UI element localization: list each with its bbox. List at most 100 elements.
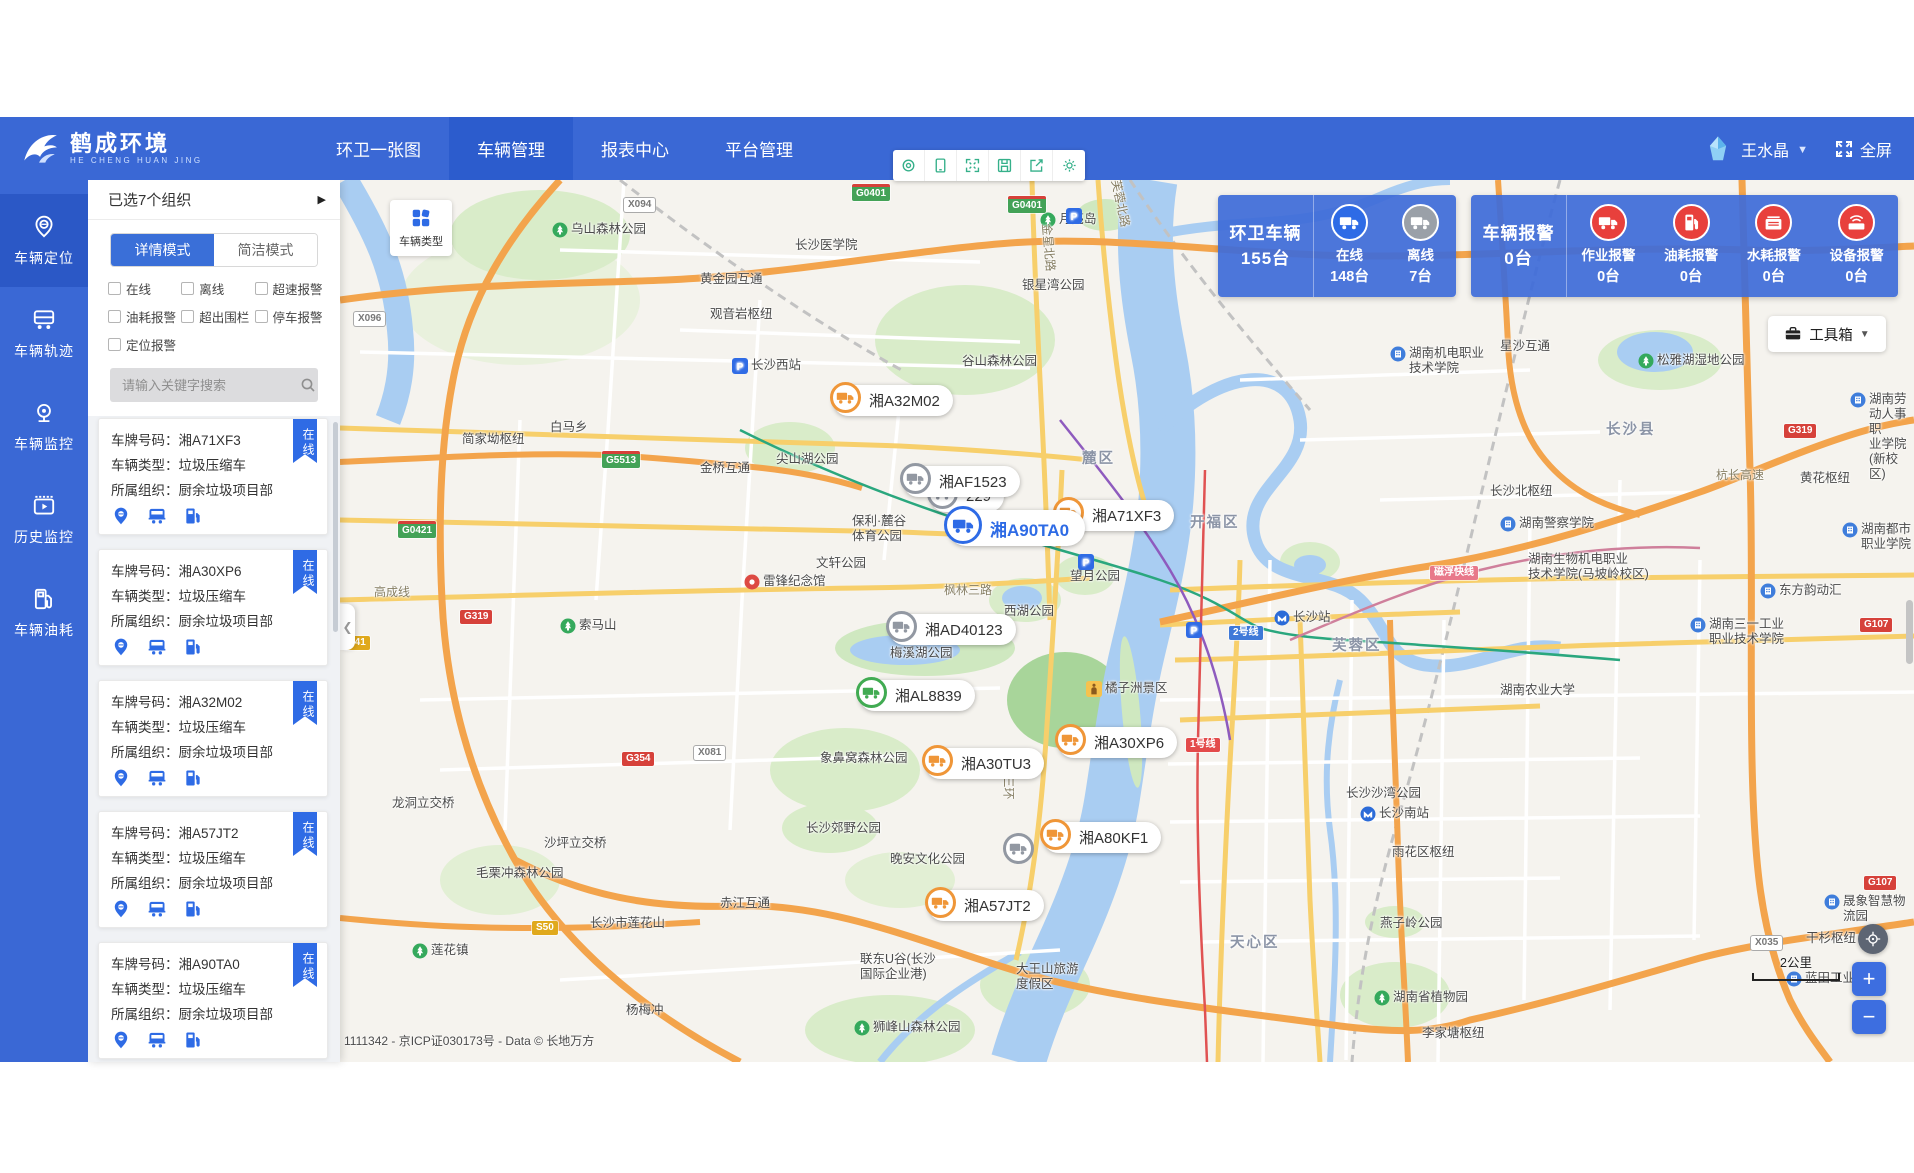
vehicle-marker-湘A57JT2[interactable]: 湘A57JT2	[928, 890, 1044, 921]
marker-plate: 湘A30XP6	[1094, 732, 1164, 753]
vehicle-type-button[interactable]: 车辆类型	[390, 200, 452, 256]
user-name[interactable]: 王水晶	[1741, 137, 1789, 161]
search-icon[interactable]	[300, 377, 316, 393]
panel-collapse-button[interactable]: ❮	[340, 604, 355, 650]
vehicle-marker-湘A90TA0[interactable]: 湘A90TA0	[948, 510, 1085, 546]
filter-油耗报警[interactable]: 油耗报警	[108, 307, 181, 326]
list-scrollbar[interactable]	[333, 422, 338, 632]
locate-vehicle-icon[interactable]	[111, 768, 131, 788]
filter-停车报警[interactable]: 停车报警	[255, 307, 330, 326]
vehicle-marker-湘A80KF1[interactable]: 湘A80KF1	[1043, 822, 1161, 853]
filter-超出围栏[interactable]: 超出围栏	[181, 307, 254, 326]
user-chevron-down-icon[interactable]: ▼	[1797, 144, 1808, 156]
page-scrollbar[interactable]	[1906, 600, 1913, 664]
vehicle-marker-湘AL8839[interactable]: 湘AL8839	[859, 680, 975, 711]
sidebar-item-车辆轨迹[interactable]: 车辆轨迹	[0, 287, 88, 380]
org-expand-icon[interactable]: ▶	[318, 193, 326, 206]
filter-定位报警[interactable]: 定位报警	[108, 335, 181, 354]
track-icon[interactable]	[147, 768, 167, 788]
locate-vehicle-icon[interactable]	[111, 506, 131, 526]
filter-超速报警[interactable]: 超速报警	[255, 279, 330, 298]
sidebar-item-历史监控[interactable]: 历史监控	[0, 473, 88, 566]
map-tool-zoom-search[interactable]	[893, 150, 925, 181]
map-tool-expand[interactable]	[957, 150, 989, 181]
checkbox[interactable]	[181, 282, 194, 295]
mode-tab[interactable]: 简洁模式	[214, 234, 317, 266]
track-icon[interactable]	[147, 506, 167, 526]
checkbox[interactable]	[108, 282, 121, 295]
scale-bar	[1752, 973, 1840, 981]
org-value: 厨余垃圾项目部	[179, 483, 274, 498]
sidebar-item-车辆定位[interactable]: 车辆定位	[0, 194, 88, 287]
stat-column: 作业报警 0台	[1567, 195, 1650, 297]
locate-vehicle-icon[interactable]	[111, 1030, 131, 1050]
zoom-in-button[interactable]: +	[1852, 962, 1886, 996]
truck-icon	[886, 611, 917, 642]
mode-tab[interactable]: 详情模式	[111, 234, 214, 266]
vehicle-marker-湘AD40123[interactable]: 湘AD40123	[889, 614, 1016, 645]
sidebar-item-label: 历史监控	[14, 527, 74, 547]
vehicle-card[interactable]: 车牌号码：湘A57JT2 车辆类型：垃圾压缩车 所属组织：厨余垃圾项目部 在线	[98, 811, 328, 928]
vehicle-marker-hidden[interactable]	[1006, 836, 1037, 867]
fuel-icon[interactable]	[183, 899, 203, 919]
filter-label: 在线	[126, 279, 151, 298]
vehicle-panel: 已选7个组织 ▶ 详情模式简洁模式 在线 离线 超速报警 油耗报警 超出围栏 停…	[88, 180, 340, 1062]
checkbox[interactable]	[108, 338, 121, 351]
map-tool-save[interactable]	[989, 150, 1021, 181]
vehicle-list: 车牌号码：湘A71XF3 车辆类型：垃圾压缩车 所属组织：厨余垃圾项目部 在线 …	[88, 416, 340, 1062]
toolbox-button[interactable]: 工具箱 ▼	[1768, 316, 1886, 352]
track-icon[interactable]	[147, 637, 167, 657]
zoom-out-button[interactable]: −	[1852, 1000, 1886, 1034]
stat-icon	[1590, 204, 1627, 241]
fuel-icon[interactable]	[183, 768, 203, 788]
map-tool-settings[interactable]	[1053, 150, 1085, 181]
fullscreen-label[interactable]: 全屏	[1860, 137, 1892, 161]
map-tool-share[interactable]	[1021, 150, 1053, 181]
fullscreen-icon[interactable]	[1834, 139, 1854, 159]
map[interactable]: 乌山森林公园长沙医学院黄金园互通月亮岛银星湾公园观音岩枢纽谷山森林公园麓谷站P长…	[88, 180, 1914, 1062]
fuel-icon[interactable]	[183, 637, 203, 657]
fuel-icon[interactable]	[183, 506, 203, 526]
vehicle-card[interactable]: 车牌号码：湘A90TA0 车辆类型：垃圾压缩车 所属组织：厨余垃圾项目部 在线	[98, 942, 328, 1059]
map-tool-frame[interactable]	[925, 150, 957, 181]
checkbox[interactable]	[181, 310, 194, 323]
sidebar-item-车辆监控[interactable]: 车辆监控	[0, 380, 88, 473]
search-input[interactable]	[120, 377, 300, 394]
vehicle-marker-湘A30XP6[interactable]: 湘A30XP6	[1058, 727, 1177, 758]
vehicle-marker-湘A32M02[interactable]: 湘A32M02	[833, 385, 953, 416]
track-icon[interactable]	[147, 899, 167, 919]
track-icon[interactable]	[147, 1030, 167, 1050]
vehicle-marker-湘A30TU3[interactable]: 湘A30TU3	[925, 748, 1044, 779]
nav-tab-环卫一张图[interactable]: 环卫一张图	[308, 117, 449, 180]
sidebar-item-icon	[31, 586, 57, 612]
org-label: 所属组织：	[111, 614, 179, 629]
vehicle-card[interactable]: 车牌号码：湘A71XF3 车辆类型：垃圾压缩车 所属组织：厨余垃圾项目部 在线	[98, 418, 328, 535]
filter-离线[interactable]: 离线	[181, 279, 254, 298]
sidebar-item-车辆油耗[interactable]: 车辆油耗	[0, 566, 88, 659]
type-label: 车辆类型：	[111, 589, 179, 604]
type-label: 车辆类型：	[111, 982, 179, 997]
nav-tab-label: 报表中心	[601, 136, 669, 161]
marker-plate: 湘A90TA0	[990, 516, 1069, 541]
stat-icon	[1838, 204, 1875, 241]
checkbox[interactable]	[255, 282, 268, 295]
vehicle-marker-湘AF1523[interactable]: 湘AF1523	[903, 466, 1020, 497]
checkbox[interactable]	[108, 310, 121, 323]
nav-tab-车辆管理[interactable]: 车辆管理	[449, 117, 573, 180]
vehicle-card[interactable]: 车牌号码：湘A32M02 车辆类型：垃圾压缩车 所属组织：厨余垃圾项目部 在线	[98, 680, 328, 797]
truck-icon	[1003, 833, 1034, 864]
nav-tab-平台管理[interactable]: 平台管理	[697, 117, 821, 180]
stat-value: 0台	[1845, 265, 1868, 286]
vehicle-card[interactable]: 车牌号码：湘A30XP6 车辆类型：垃圾压缩车 所属组织：厨余垃圾项目部 在线	[98, 549, 328, 666]
locate-vehicle-icon[interactable]	[111, 899, 131, 919]
scale-label: 2公里	[1752, 952, 1840, 971]
plate-value: 湘A71XF3	[179, 433, 241, 448]
nav-tab-报表中心[interactable]: 报表中心	[573, 117, 697, 180]
user-avatar-icon[interactable]	[1703, 134, 1733, 164]
fuel-icon[interactable]	[183, 1030, 203, 1050]
locate-button[interactable]	[1858, 924, 1888, 954]
checkbox[interactable]	[255, 310, 268, 323]
filter-在线[interactable]: 在线	[108, 279, 181, 298]
locate-vehicle-icon[interactable]	[111, 637, 131, 657]
stat-value: 7台	[1409, 265, 1432, 286]
